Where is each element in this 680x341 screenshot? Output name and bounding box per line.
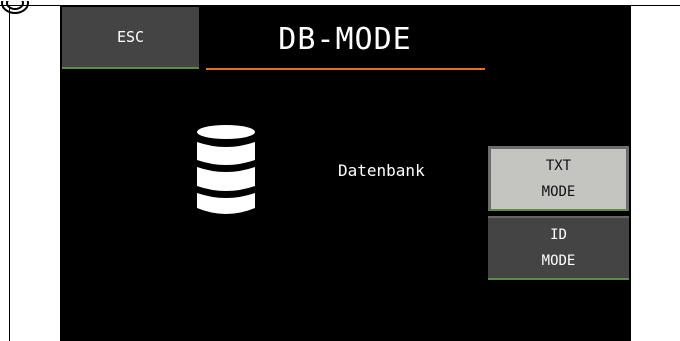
txt-mode-label-line1: TXT — [545, 158, 572, 174]
device-screen: ESC DB-MODE Datenbank TXT MODE ID MODE — [60, 5, 631, 341]
txt-mode-button[interactable]: TXT MODE — [488, 146, 629, 211]
esc-button[interactable]: ESC — [62, 7, 199, 69]
id-mode-label-line2: MODE — [541, 253, 576, 269]
id-mode-label-line1: ID — [550, 227, 567, 243]
database-icon — [196, 124, 256, 216]
id-mode-button[interactable]: ID MODE — [488, 216, 629, 280]
esc-button-label: ESC — [116, 28, 145, 46]
txt-mode-label-line2: MODE — [541, 184, 576, 200]
page-title: DB-MODE — [278, 21, 412, 57]
database-label: Datenbank — [338, 161, 425, 180]
frame-line-left — [9, 5, 10, 341]
corner-logo-icon — [0, 0, 30, 14]
title-underline — [206, 68, 485, 70]
